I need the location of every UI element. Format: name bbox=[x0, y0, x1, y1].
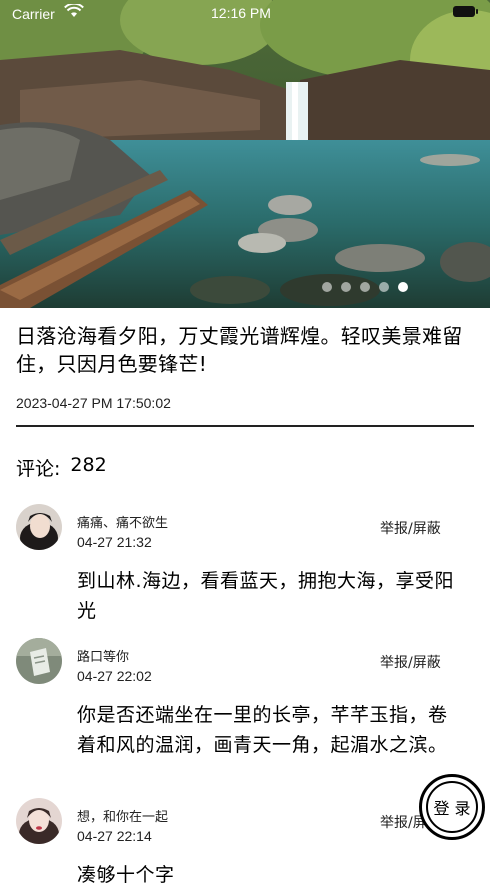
wifi-icon bbox=[64, 4, 84, 17]
comment-date: 04-27 21:32 bbox=[77, 534, 152, 550]
user-avatar-image bbox=[16, 638, 62, 684]
login-button-label[interactable]: 登 录 bbox=[426, 781, 478, 833]
carousel-dot[interactable] bbox=[379, 282, 389, 292]
comment-text: 你是否还端坐在一里的长亭，芊芊玉指，卷着和风的温润，画青天一角，起湄水之滨。 bbox=[77, 704, 448, 756]
report-block-button[interactable]: 举报/屏蔽 bbox=[380, 518, 441, 538]
status-bar: Carrier 12:16 PM bbox=[0, 0, 490, 28]
user-avatar-image bbox=[16, 798, 62, 844]
carousel-dot[interactable] bbox=[341, 282, 351, 292]
comment-date: 04-27 22:02 bbox=[77, 668, 152, 684]
banner-image[interactable]: Carrier 12:16 PM bbox=[0, 0, 490, 308]
report-block-button[interactable]: 举报/屏蔽 bbox=[380, 652, 441, 672]
avatar[interactable] bbox=[16, 504, 62, 550]
carousel-indicator[interactable] bbox=[322, 282, 408, 292]
divider bbox=[16, 425, 474, 427]
carousel-dot-active[interactable] bbox=[398, 282, 408, 292]
carousel-dot[interactable] bbox=[322, 282, 332, 292]
user-avatar-image bbox=[16, 504, 62, 550]
comment-text: 到山林.海边，看看蓝天，拥抱大海，享受阳光 bbox=[77, 570, 455, 622]
comment-username[interactable]: 想，和你在一起 bbox=[77, 806, 168, 825]
status-time: 12:16 PM bbox=[211, 5, 271, 21]
comment-count-value: 282 bbox=[70, 454, 107, 476]
comment-count-label: 评论: bbox=[16, 458, 61, 480]
battery-icon bbox=[453, 6, 478, 17]
post-timestamp: 2023-04-27 PM 17:50:02 bbox=[16, 395, 171, 411]
post-text: 日落沧海看夕阳，万丈霞光谱辉煌。轻叹美景难留住，只因月色要锋芒! bbox=[16, 324, 463, 376]
avatar[interactable] bbox=[16, 638, 62, 684]
comment-text: 凑够十个字 bbox=[77, 864, 175, 886]
comment-date: 04-27 22:14 bbox=[77, 828, 152, 844]
comment-username[interactable]: 路口等你 bbox=[77, 646, 129, 665]
comment-username[interactable]: 痛痛、痛不欲生 bbox=[77, 512, 168, 531]
login-button[interactable]: 登 录 bbox=[419, 774, 485, 840]
waterfall-landscape-image bbox=[0, 0, 490, 308]
carousel-dot[interactable] bbox=[360, 282, 370, 292]
comment-count: 评论: 282 bbox=[16, 454, 107, 481]
carrier-label: Carrier bbox=[12, 6, 55, 22]
avatar[interactable] bbox=[16, 798, 62, 844]
